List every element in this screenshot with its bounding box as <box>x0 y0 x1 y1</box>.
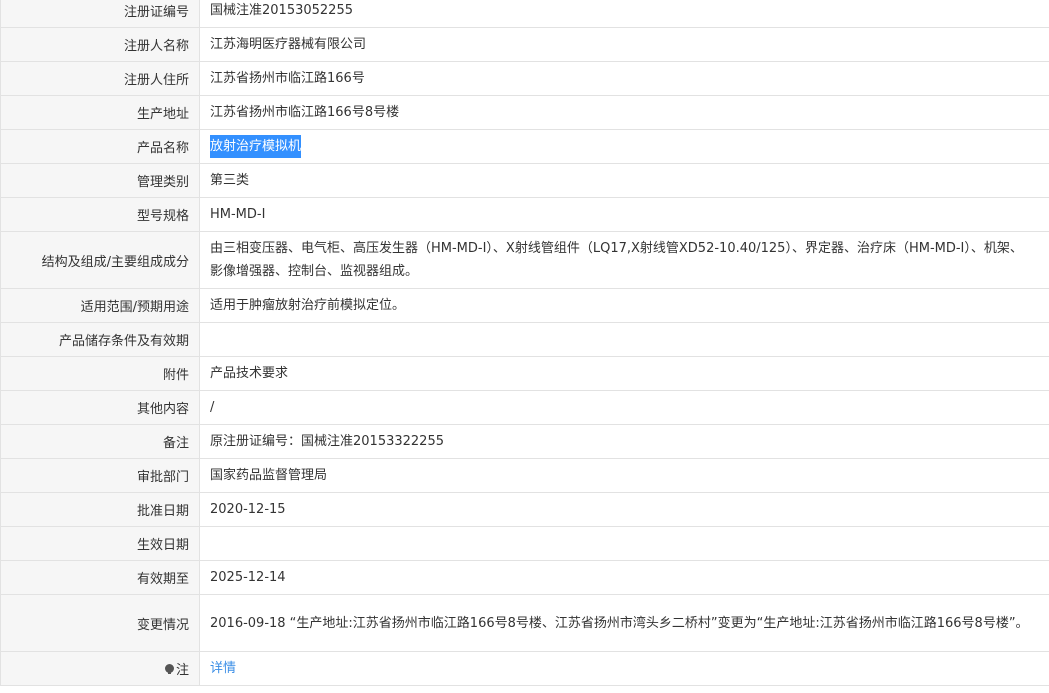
row-model-spec: 型号规格 HM-MD-I <box>1 198 1049 232</box>
row-storage-conditions: 产品储存条件及有效期 <box>1 323 1049 357</box>
row-attachment: 附件 产品技术要求 <box>1 357 1049 391</box>
label-effective-date: 生效日期 <box>1 527 200 560</box>
value-management-category: 第三类 <box>210 173 250 188</box>
row-note: 注 详情 <box>1 652 1049 686</box>
row-effective-date: 生效日期 <box>1 527 1049 561</box>
label-registrant-name: 注册人名称 <box>1 28 200 61</box>
label-registration-number: 注册证编号 <box>1 0 200 27</box>
label-management-category: 管理类别 <box>1 164 200 197</box>
selected-text[interactable]: 放射治疗模拟机 <box>210 135 302 158</box>
bulb-icon <box>164 664 174 674</box>
row-management-category: 管理类别 第三类 <box>1 164 1049 198</box>
value-structure-composition: 由三相变压器、电气柜、高压发生器（HM-MD-I）、X射线管组件（LQ17,X射… <box>210 241 1023 279</box>
label-product-name: 产品名称 <box>1 130 200 163</box>
value-change-history: 2016-09-18 “生产地址:江苏省扬州市临江路166号8号楼、江苏省扬州市… <box>210 615 1029 631</box>
value-approval-date: 2020-12-15 <box>210 502 286 517</box>
label-note: 注 <box>1 652 200 685</box>
label-attachment: 附件 <box>1 357 200 390</box>
value-intended-use: 适用于肿瘤放射治疗前模拟定位。 <box>210 298 406 313</box>
label-approval-date: 批准日期 <box>1 493 200 526</box>
row-registration-number: 注册证编号 国械注准20153052255 <box>1 0 1049 28</box>
label-model-spec: 型号规格 <box>1 198 200 231</box>
value-effective-date <box>200 527 1049 560</box>
value-approval-department: 国家药品监督管理局 <box>210 468 328 483</box>
label-structure-composition: 结构及组成/主要组成成分 <box>1 232 200 288</box>
row-registrant-address: 注册人住所 江苏省扬州市临江路166号 <box>1 62 1049 96</box>
value-product-name: 放射治疗模拟机 <box>200 130 1049 163</box>
label-valid-until: 有效期至 <box>1 561 200 594</box>
label-other-content: 其他内容 <box>1 391 200 424</box>
label-production-address: 生产地址 <box>1 96 200 129</box>
row-change-history: 变更情况 2016-09-18 “生产地址:江苏省扬州市临江路166号8号楼、江… <box>1 595 1049 652</box>
value-registrant-address: 江苏省扬州市临江路166号 <box>210 71 365 86</box>
registration-detail-table: 注册证编号 国械注准20153052255 注册人名称 江苏海明医疗器械有限公司… <box>0 0 1049 686</box>
row-intended-use: 适用范围/预期用途 适用于肿瘤放射治疗前模拟定位。 <box>1 289 1049 323</box>
row-approval-date: 批准日期 2020-12-15 <box>1 493 1049 527</box>
value-production-address: 江苏省扬州市临江路166号8号楼 <box>210 105 400 120</box>
row-valid-until: 有效期至 2025-12-14 <box>1 561 1049 595</box>
label-registrant-address: 注册人住所 <box>1 62 200 95</box>
value-other-content: / <box>210 400 215 415</box>
label-remarks: 备注 <box>1 425 200 458</box>
row-production-address: 生产地址 江苏省扬州市临江路166号8号楼 <box>1 96 1049 130</box>
row-registrant-name: 注册人名称 江苏海明医疗器械有限公司 <box>1 28 1049 62</box>
value-storage-conditions <box>200 323 1049 356</box>
label-note-text: 注 <box>175 663 189 678</box>
value-note: 详情 <box>200 652 1049 685</box>
label-approval-department: 审批部门 <box>1 459 200 492</box>
row-structure-composition: 结构及组成/主要组成成分 由三相变压器、电气柜、高压发生器（HM-MD-I）、X… <box>1 232 1049 289</box>
label-storage-conditions: 产品储存条件及有效期 <box>1 323 200 356</box>
value-remarks: 原注册证编号：国械注准20153322255 <box>210 434 444 449</box>
value-registration-number: 国械注准20153052255 <box>210 3 353 18</box>
value-registrant-name: 江苏海明医疗器械有限公司 <box>210 37 367 52</box>
label-intended-use: 适用范围/预期用途 <box>1 289 200 322</box>
value-attachment: 产品技术要求 <box>210 366 289 381</box>
details-link[interactable]: 详情 <box>210 657 236 680</box>
row-product-name: 产品名称 放射治疗模拟机 <box>1 130 1049 164</box>
row-remarks: 备注 原注册证编号：国械注准20153322255 <box>1 425 1049 459</box>
row-approval-department: 审批部门 国家药品监督管理局 <box>1 459 1049 493</box>
label-change-history: 变更情况 <box>1 595 200 651</box>
row-other-content: 其他内容 / <box>1 391 1049 425</box>
value-valid-until: 2025-12-14 <box>210 570 286 585</box>
value-model-spec: HM-MD-I <box>210 207 266 222</box>
